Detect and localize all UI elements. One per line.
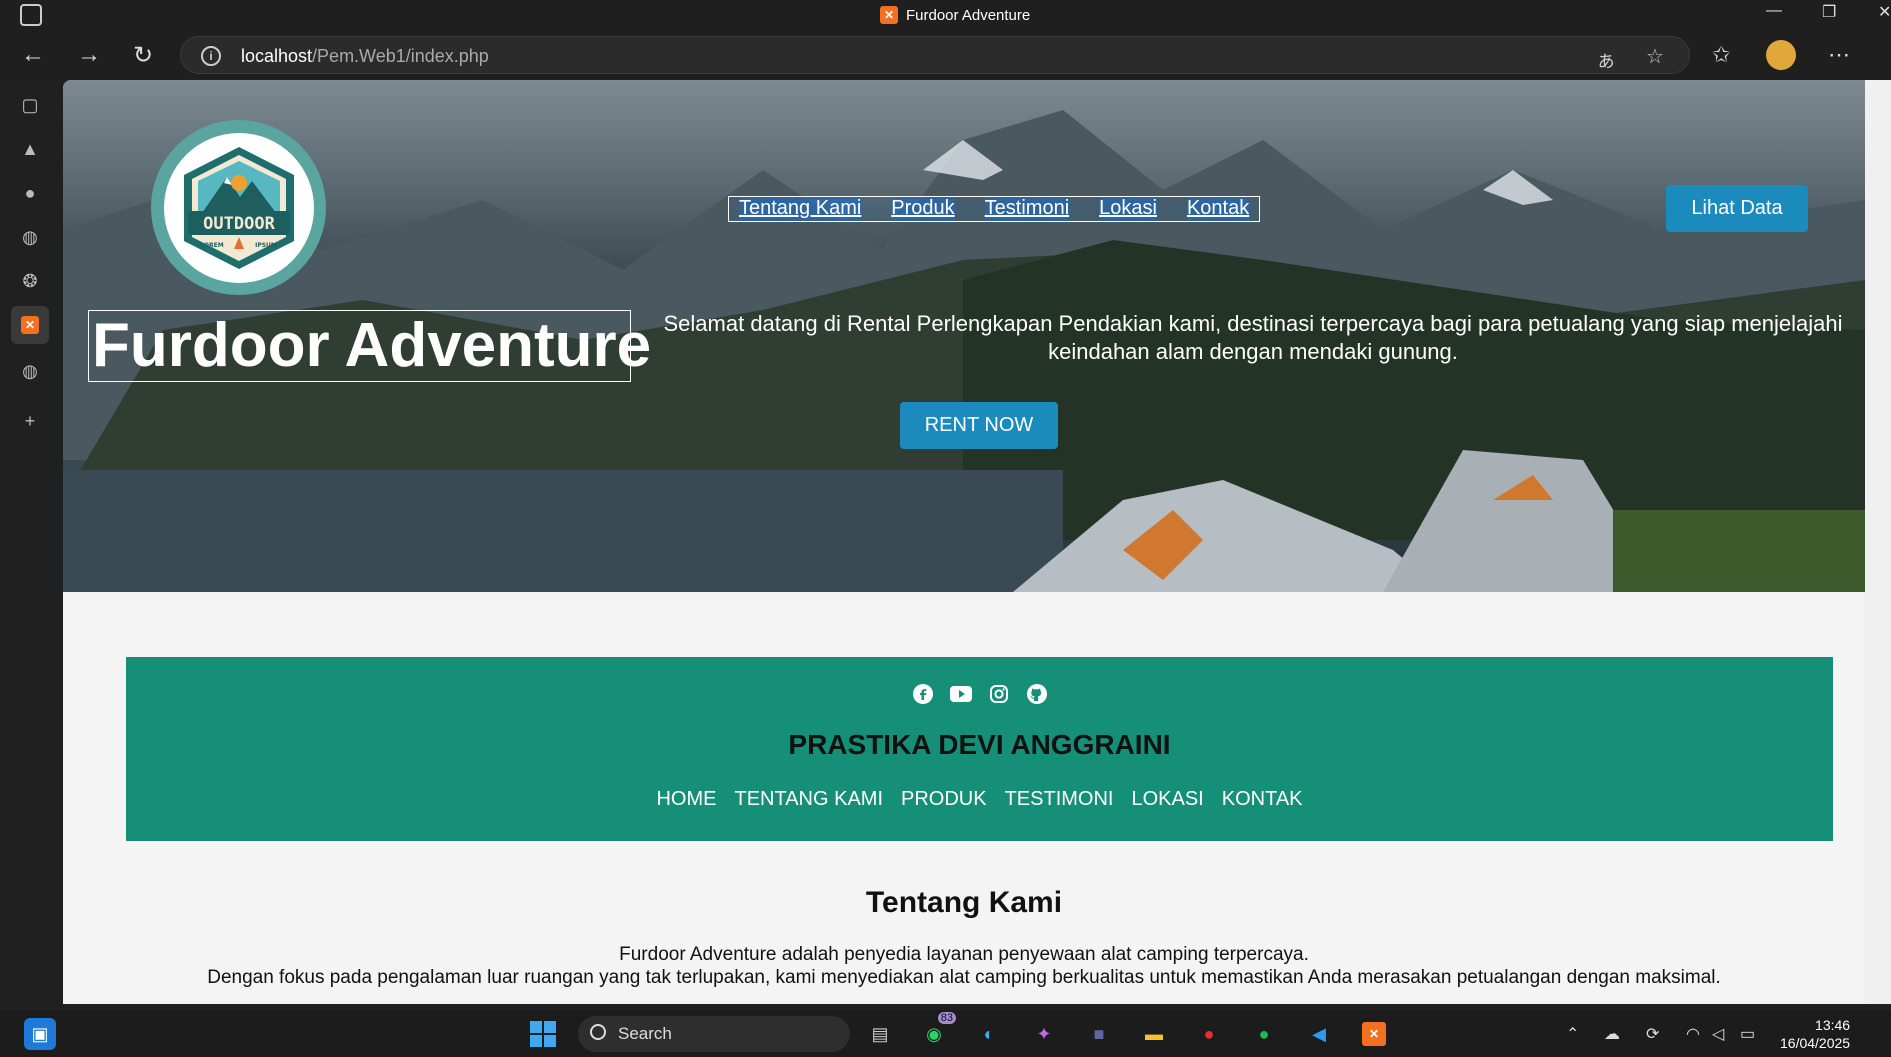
search-icon (590, 1024, 606, 1040)
instagram-icon[interactable] (988, 683, 1010, 705)
wps-icon[interactable]: ● (1193, 1018, 1225, 1050)
minimize-icon[interactable]: — (1766, 2, 1782, 20)
url-host: localhost (241, 46, 313, 66)
back-icon[interactable]: ← (18, 40, 48, 70)
sync-icon[interactable]: ⟳ (1646, 1024, 1659, 1044)
teams-icon[interactable]: ■ (1083, 1018, 1115, 1050)
about-line-1: Furdoor Adventure adalah penyedia layana… (619, 944, 1309, 965)
battery-icon[interactable]: ▭ (1740, 1024, 1755, 1044)
maximize-icon[interactable]: ❐ (1822, 2, 1836, 22)
hero-title: Furdoor Adventure (88, 310, 651, 382)
tab-actions-icon[interactable] (20, 4, 42, 26)
clock-date: 16/04/2025 (1780, 1035, 1851, 1051)
lihat-data-button[interactable]: Lihat Data (1666, 185, 1808, 232)
whatsapp-badge: 83 (937, 1012, 956, 1024)
panel-nav-testimoni[interactable]: TESTIMONI (1005, 788, 1114, 811)
tray-overflow-icon[interactable]: ⌃ (1566, 1024, 1579, 1044)
onedrive-icon[interactable]: ☁ (1604, 1024, 1620, 1044)
profile-avatar[interactable] (1766, 40, 1796, 70)
forward-icon[interactable]: → (74, 40, 104, 70)
taskbar-clock[interactable]: 13:46 16/04/2025 (1780, 1016, 1850, 1052)
url-path: /Pem.Web1/index.php (312, 46, 489, 66)
start-icon[interactable] (527, 1018, 559, 1050)
nav-link-testimoni[interactable]: Testimoni (984, 197, 1070, 221)
clock-time: 13:46 (1815, 1017, 1851, 1033)
panel-nav-kontak[interactable]: KONTAK (1222, 788, 1303, 811)
windows-taskbar: ▣ Search ▤ ◉ 83 ◐ ✦ ■ ▬ ● ● ◀ ✕ ⌃ ☁ ⟳ ◠ ◁… (0, 1010, 1891, 1057)
tab-panel-icon[interactable]: ▢ (17, 92, 43, 118)
xampp-taskbar-icon[interactable]: ✕ (1358, 1018, 1390, 1050)
refresh-icon[interactable]: ↻ (128, 40, 158, 70)
facebook-icon[interactable] (912, 683, 934, 705)
window-title: ✕ Furdoor Adventure (880, 6, 1030, 24)
window-title-text: Furdoor Adventure (906, 6, 1031, 24)
whatsapp-icon[interactable]: ◉ 83 (918, 1012, 956, 1050)
page-scrollbar[interactable] (1865, 80, 1891, 1004)
browser-sidebar: ▢ ▲ ● ◍ ❂ ✕ ◍ + (0, 80, 62, 1010)
logo-sub-left: LOREM (200, 242, 223, 249)
add-icon[interactable]: + (17, 408, 43, 434)
favorite-star-icon[interactable]: ☆ (1646, 44, 1664, 69)
drive-icon[interactable]: ▲ (17, 136, 43, 162)
github-icon[interactable] (1026, 683, 1048, 705)
logo-text: OUTDOOR (203, 214, 275, 234)
file-explorer-icon[interactable]: ▬ (1138, 1018, 1170, 1050)
outdoor-logo[interactable]: OUTDOOR LOREM IPSUM (151, 120, 326, 295)
about-line-2: Dengan fokus pada pengalaman luar ruanga… (207, 967, 1721, 988)
youtube-icon[interactable] (949, 683, 972, 705)
wifi-icon[interactable]: ◠ (1686, 1024, 1700, 1044)
more-menu-icon[interactable]: ⋯ (1828, 42, 1850, 68)
volume-icon[interactable]: ◁ (1712, 1024, 1724, 1044)
close-icon[interactable]: ✕ (1878, 2, 1891, 22)
spotify-icon[interactable]: ● (1248, 1018, 1280, 1050)
site-info-icon[interactable]: i (201, 46, 221, 66)
nav-link-produk[interactable]: Produk (891, 197, 955, 221)
panel-nav-home[interactable]: HOME (656, 788, 716, 811)
browser-toolbar: ← → ↻ i localhost/Pem.Web1/index.php ぁ ☆… (0, 30, 1891, 80)
github-sidebar-icon[interactable]: ● (17, 180, 43, 206)
nav-link-lokasi[interactable]: Lokasi (1099, 197, 1157, 221)
panel-nav-lokasi[interactable]: LOKASI (1131, 788, 1203, 811)
address-bar[interactable]: i localhost/Pem.Web1/index.php ぁ ☆ (180, 36, 1690, 74)
favorites-icon[interactable]: ✩ (1712, 42, 1730, 68)
hero-navigation: Tentang Kami Produk Testimoni Lokasi Kon… (728, 196, 1261, 222)
url-text[interactable]: localhost/Pem.Web1/index.php (241, 46, 489, 67)
panel-nav-produk[interactable]: PRODUK (901, 788, 987, 811)
page-viewport: OUTDOOR LOREM IPSUM Tentang Kami Produk … (63, 80, 1865, 1004)
panel-navigation: HOME TENTANG KAMI PRODUK TESTIMONI LOKAS… (126, 788, 1833, 811)
rent-now-button[interactable]: RENT NOW (900, 402, 1058, 449)
copilot-icon[interactable]: ✦ (1028, 1018, 1060, 1050)
window-title-bar: ✕ Furdoor Adventure — ❐ ✕ (0, 0, 1891, 30)
logo-badge-icon: OUTDOOR LOREM IPSUM (183, 146, 294, 269)
vscode-icon[interactable]: ◀ (1303, 1018, 1335, 1050)
profile-panel: PRASTIKA DEVI ANGGRAINI HOME TENTANG KAM… (126, 657, 1833, 841)
chatgpt-icon[interactable]: ❂ (17, 268, 43, 294)
xampp-sidebar-icon[interactable]: ✕ (11, 306, 49, 344)
globe-2-icon[interactable]: ◍ (17, 358, 43, 384)
xampp-favicon-icon: ✕ (880, 6, 898, 24)
taskbar-search[interactable]: Search (578, 1016, 850, 1052)
task-view-icon[interactable]: ▤ (864, 1018, 896, 1050)
edge-icon[interactable]: ◐ (973, 1018, 1005, 1050)
hero-section: OUTDOOR LOREM IPSUM Tentang Kami Produk … (63, 80, 1865, 592)
globe-icon[interactable]: ◍ (17, 224, 43, 250)
read-aloud-icon[interactable]: ぁ (1596, 44, 1616, 73)
widgets-icon[interactable]: ▣ (24, 1018, 56, 1050)
panel-owner-name: PRASTIKA DEVI ANGGRAINI (788, 729, 1171, 760)
panel-nav-tentang-kami[interactable]: TENTANG KAMI (734, 788, 883, 811)
nav-link-tentang-kami[interactable]: Tentang Kami (739, 197, 862, 221)
nav-link-kontak[interactable]: Kontak (1186, 197, 1250, 221)
search-label: Search (618, 1024, 672, 1043)
hero-description: Selamat datang di Rental Perlengkapan Pe… (663, 311, 1843, 364)
logo-sub-right: IPSUM (255, 242, 277, 249)
social-links (126, 683, 1833, 705)
about-title: Tentang Kami (865, 886, 1063, 919)
